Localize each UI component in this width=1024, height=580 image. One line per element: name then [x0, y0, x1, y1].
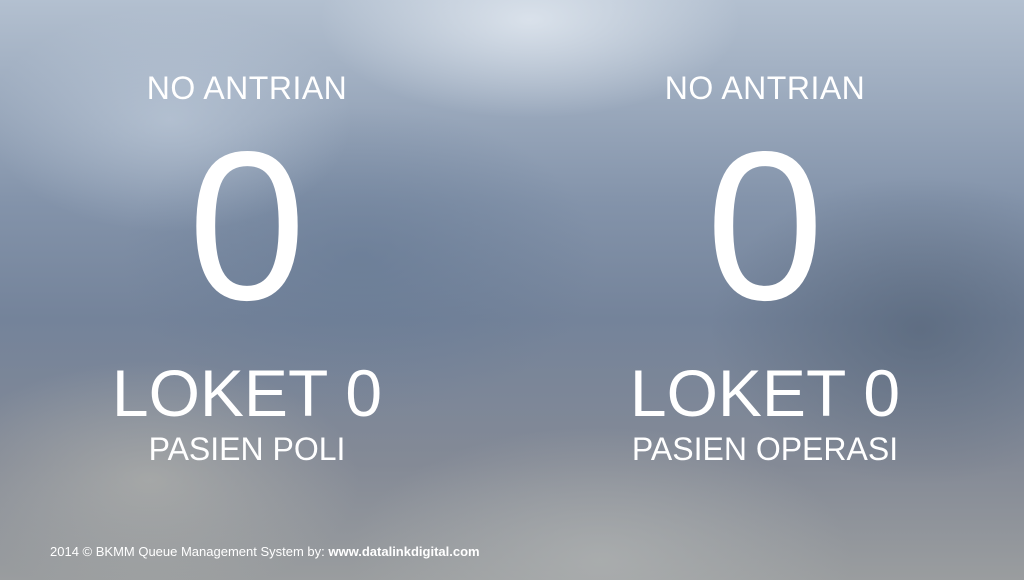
footer: 2014 © BKMM Queue Management System by: …	[50, 545, 480, 558]
patient-type-label: PASIEN POLI	[148, 431, 346, 467]
footer-link[interactable]: www.datalinkdigital.com	[328, 544, 479, 559]
counter-label: LOKET 0	[629, 356, 901, 430]
queue-heading: NO ANTRIAN	[664, 70, 866, 106]
counter-label: LOKET 0	[111, 356, 383, 430]
patient-type-label: PASIEN OPERASI	[631, 431, 899, 467]
queue-panel-poli: NO ANTRIAN 0 LOKET 0 PASIEN POLI	[0, 0, 503, 520]
queue-heading: NO ANTRIAN	[146, 70, 348, 106]
queue-number: 0	[706, 107, 824, 344]
footer-copyright: 2014 © BKMM Queue Management System by:	[50, 544, 329, 559]
queue-number: 0	[188, 107, 306, 344]
queue-panel-operasi: NO ANTRIAN 0 LOKET 0 PASIEN OPERASI	[509, 0, 1021, 520]
